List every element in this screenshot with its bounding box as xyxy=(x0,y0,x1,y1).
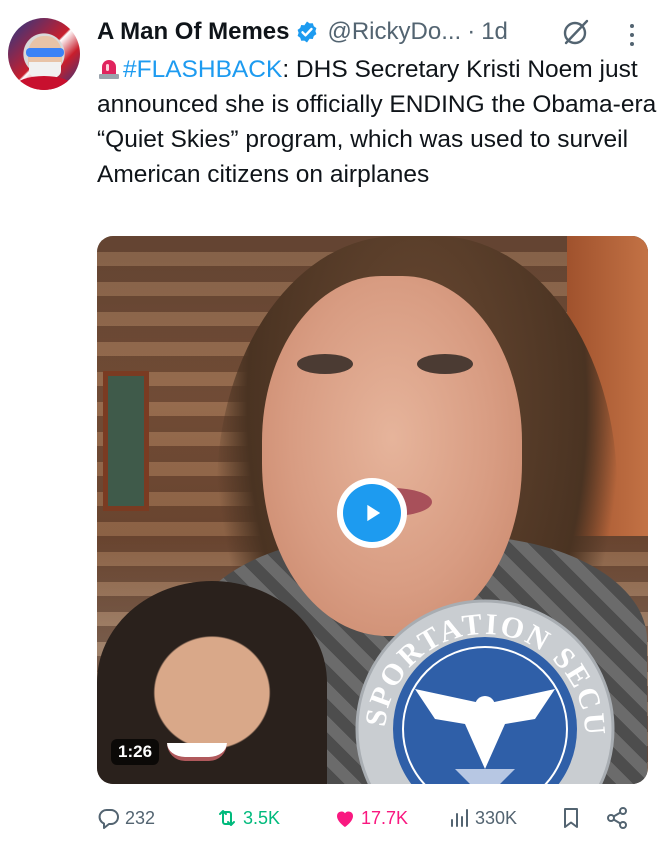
inset-person-smile xyxy=(167,743,227,761)
cabin-window xyxy=(103,371,149,511)
verified-badge-icon xyxy=(295,20,319,44)
video-person-eye-left xyxy=(297,354,353,374)
view-count: 330K xyxy=(475,807,518,828)
video-duration-badge: 1:26 xyxy=(111,739,160,765)
bookmark-button[interactable] xyxy=(559,800,583,836)
views-icon xyxy=(451,809,468,827)
avatar-shirt xyxy=(16,76,72,90)
reply-button[interactable]: 232 xyxy=(97,800,155,836)
like-count: 17.7K xyxy=(361,807,409,828)
video-player[interactable]: TRANSPORTATION SECURITY 1:26 xyxy=(97,236,648,784)
tweet-text: #FLASHBACK: DHS Secretary Kristi Noem ju… xyxy=(97,52,657,192)
more-icon[interactable] xyxy=(625,24,639,46)
tweet-card[interactable]: A Man Of Memes @RickyDo... · 1d #FLASHBA… xyxy=(0,0,667,852)
views-button[interactable]: 330K xyxy=(447,800,517,836)
avatar[interactable] xyxy=(8,18,80,90)
repost-icon xyxy=(219,810,235,826)
siren-emoji-icon xyxy=(97,55,121,79)
like-icon xyxy=(337,811,353,827)
repost-button[interactable]: 3.5K xyxy=(215,800,280,836)
tsa-seal-logo: TRANSPORTATION SECURITY xyxy=(355,594,615,784)
share-icon xyxy=(607,807,627,829)
reply-count: 232 xyxy=(125,807,156,828)
separator-dot: · xyxy=(467,18,476,45)
tweet-header: A Man Of Memes @RickyDo... · 1d xyxy=(97,14,508,50)
like-button[interactable]: 17.7K xyxy=(333,800,408,836)
video-person-face xyxy=(262,276,522,636)
repost-count: 3.5K xyxy=(243,807,281,828)
timestamp[interactable]: 1d xyxy=(481,18,508,46)
display-name[interactable]: A Man Of Memes xyxy=(97,18,289,46)
avatar-glasses xyxy=(26,48,64,57)
video-person-eye-right xyxy=(417,354,473,374)
reply-icon xyxy=(98,809,119,829)
grok-icon[interactable] xyxy=(560,16,592,48)
bookmark-icon xyxy=(564,808,578,828)
user-handle[interactable]: @RickyDo... xyxy=(327,18,461,46)
share-button[interactable] xyxy=(605,800,629,836)
hashtag-link[interactable]: #FLASHBACK xyxy=(123,56,282,83)
play-button[interactable] xyxy=(337,478,407,548)
tweet-actions: 232 3.5K 17.7K 330K xyxy=(97,800,648,836)
play-icon xyxy=(343,484,401,542)
